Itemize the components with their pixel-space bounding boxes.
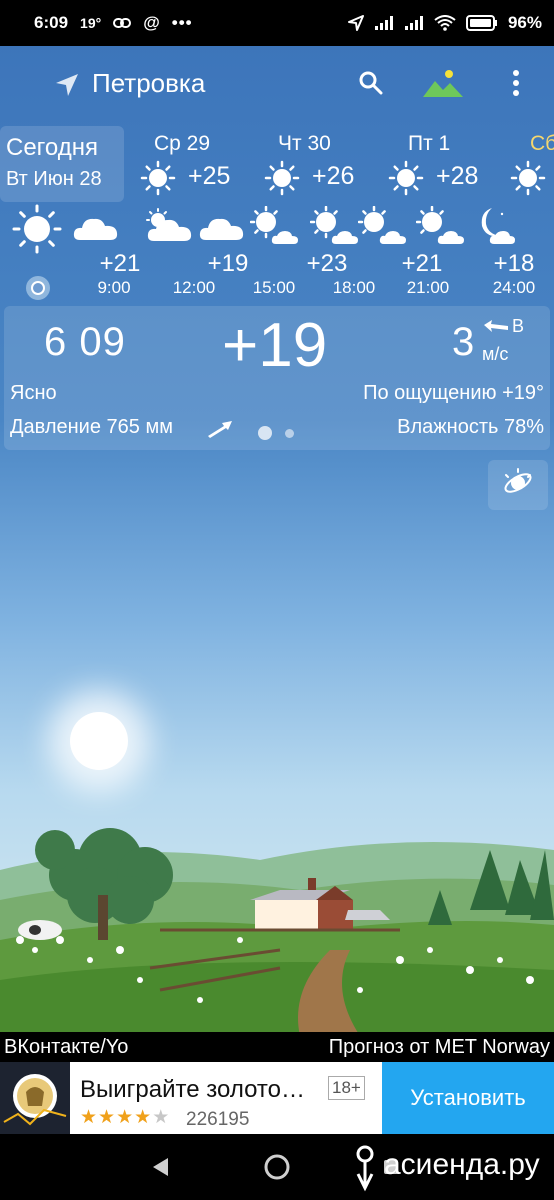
hour-temp: +21	[401, 250, 443, 277]
rating-stars: ★★★★★	[80, 1106, 170, 1129]
star-icon: ★	[98, 1107, 117, 1128]
sun-icon	[12, 204, 62, 259]
day-today[interactable]: Сегодня Вт Июн 28	[0, 126, 124, 202]
cloud-icon	[72, 212, 120, 249]
age-rating-badge: 18+	[328, 1076, 365, 1100]
battery-icon	[465, 15, 498, 31]
watermark-text: асиенда.ру	[384, 1148, 540, 1181]
day-name: Сб	[530, 132, 554, 155]
page-indicator-dot-active	[258, 426, 272, 440]
sun-moon-details-button[interactable]	[488, 460, 548, 510]
feels-like: По ощущению +19°	[363, 382, 544, 404]
star-icon: ★	[152, 1107, 171, 1128]
source-right[interactable]: Прогноз от MET Norway	[329, 1036, 550, 1059]
hour-temp: +19	[207, 250, 249, 277]
back-icon[interactable]	[150, 1156, 170, 1183]
cloud-icon	[198, 212, 246, 249]
home-icon[interactable]	[264, 1154, 290, 1185]
more-options-icon[interactable]	[510, 68, 522, 103]
star-icon: ★	[80, 1107, 99, 1128]
status-bar: 6:09 19° @ ••• 96%	[0, 0, 554, 46]
status-temp: 19°	[80, 15, 102, 31]
hour-temp: +23	[306, 250, 348, 277]
sun-icon	[264, 160, 300, 201]
app-toolbar: Петровка	[0, 46, 554, 122]
watermark-logo-icon	[350, 1144, 380, 1199]
review-count: 226195	[186, 1109, 250, 1130]
hour-time: 18:00	[332, 278, 376, 297]
day-name: Чт 30	[278, 132, 331, 155]
wind-unit: м/с	[482, 344, 509, 364]
day-temp: +28	[436, 162, 479, 190]
current-time-marker	[26, 276, 50, 300]
system-nav-bar: асиенда.ру	[0, 1134, 554, 1200]
daily-forecast: Сегодня Вт Июн 28 Ср 29 +25 Чт 30 +26 Пт…	[0, 126, 554, 202]
current-conditions-card[interactable]: 6 09 +19 3 В м/с Ясно По ощущению +19° Д…	[4, 306, 550, 450]
day-temp: +25	[188, 162, 231, 190]
hour-time: 15:00	[252, 278, 296, 297]
pressure: Давление 765 мм	[10, 416, 173, 438]
hour-time: 9:00	[97, 278, 131, 297]
page-indicator-dot	[285, 429, 294, 438]
wind-direction: В	[512, 316, 525, 336]
link-icon	[113, 17, 132, 29]
location-name[interactable]: Петровка	[92, 68, 205, 99]
hourly-forecast: +21 +19 +23 +21 +18 9:00 12:00 15:00 18:…	[0, 204, 554, 300]
location-arrow-icon[interactable]	[54, 72, 80, 103]
day-name: Ср 29	[154, 132, 211, 155]
day-name: Пт 1	[408, 132, 451, 155]
day-today-label: Сегодня	[6, 134, 98, 161]
star-icon: ★	[116, 1107, 135, 1128]
day-today-date: Вт Июн 28	[6, 168, 102, 190]
pressure-trend-arrow-icon	[206, 418, 234, 443]
search-icon[interactable]	[358, 70, 384, 101]
sun-orbit-icon	[501, 466, 535, 505]
status-time: 6:09	[34, 13, 69, 32]
background-sun	[70, 712, 128, 770]
hour-time: 21:00	[406, 278, 450, 297]
current-temp: +19	[222, 311, 328, 380]
day-temp: +26	[312, 162, 355, 190]
current-time: 6 09	[44, 320, 126, 364]
source-left[interactable]: ВКонтакте/Yo	[4, 1036, 128, 1059]
hour-temp: +18	[493, 250, 535, 277]
hour-time: 24:00	[492, 278, 536, 297]
landscape-illustration	[0, 828, 554, 1036]
sun-cloud-icon	[309, 205, 360, 251]
hour-temp: +21	[99, 250, 141, 277]
more-notifications-icon: •••	[171, 13, 193, 32]
signal-icon-2	[404, 15, 424, 31]
weather-screen: 6:09 19° @ ••• 96% Петровка Сегодня Вт И…	[0, 0, 554, 1200]
sun-cloud-icon	[357, 205, 408, 251]
sun-cloud-icon	[144, 208, 194, 249]
ad-title: Выиграйте золото…	[80, 1076, 305, 1103]
star-icon: ★	[134, 1107, 153, 1128]
sun-icon	[140, 160, 176, 201]
wifi-icon	[434, 15, 456, 31]
sun-icon	[388, 160, 424, 201]
location-icon	[347, 15, 364, 31]
sun-cloud-icon	[249, 205, 300, 251]
battery-level: 96%	[507, 13, 542, 32]
forecast-source-bar: ВКонтакте/Yo Прогноз от MET Norway	[0, 1032, 554, 1062]
sun-cloud-icon	[415, 205, 466, 251]
sun-icon	[510, 160, 546, 201]
humidity: Влажность 78%	[397, 416, 544, 438]
ad-banner[interactable]: Выиграйте золото… 18+ ★★★★★ 226195 Устан…	[0, 1062, 554, 1134]
signal-icon	[374, 15, 394, 31]
ad-app-logo	[0, 1062, 70, 1134]
hour-time: 12:00	[172, 278, 216, 297]
moon-cloud-icon	[470, 206, 516, 251]
wind-speed: 3	[452, 320, 475, 364]
condition-text: Ясно	[10, 382, 57, 404]
install-button[interactable]: Установить	[382, 1062, 554, 1134]
wind-direction-arrow-icon	[482, 318, 510, 341]
at-icon: @	[143, 13, 160, 32]
landscape-theme-icon[interactable]	[422, 68, 464, 103]
